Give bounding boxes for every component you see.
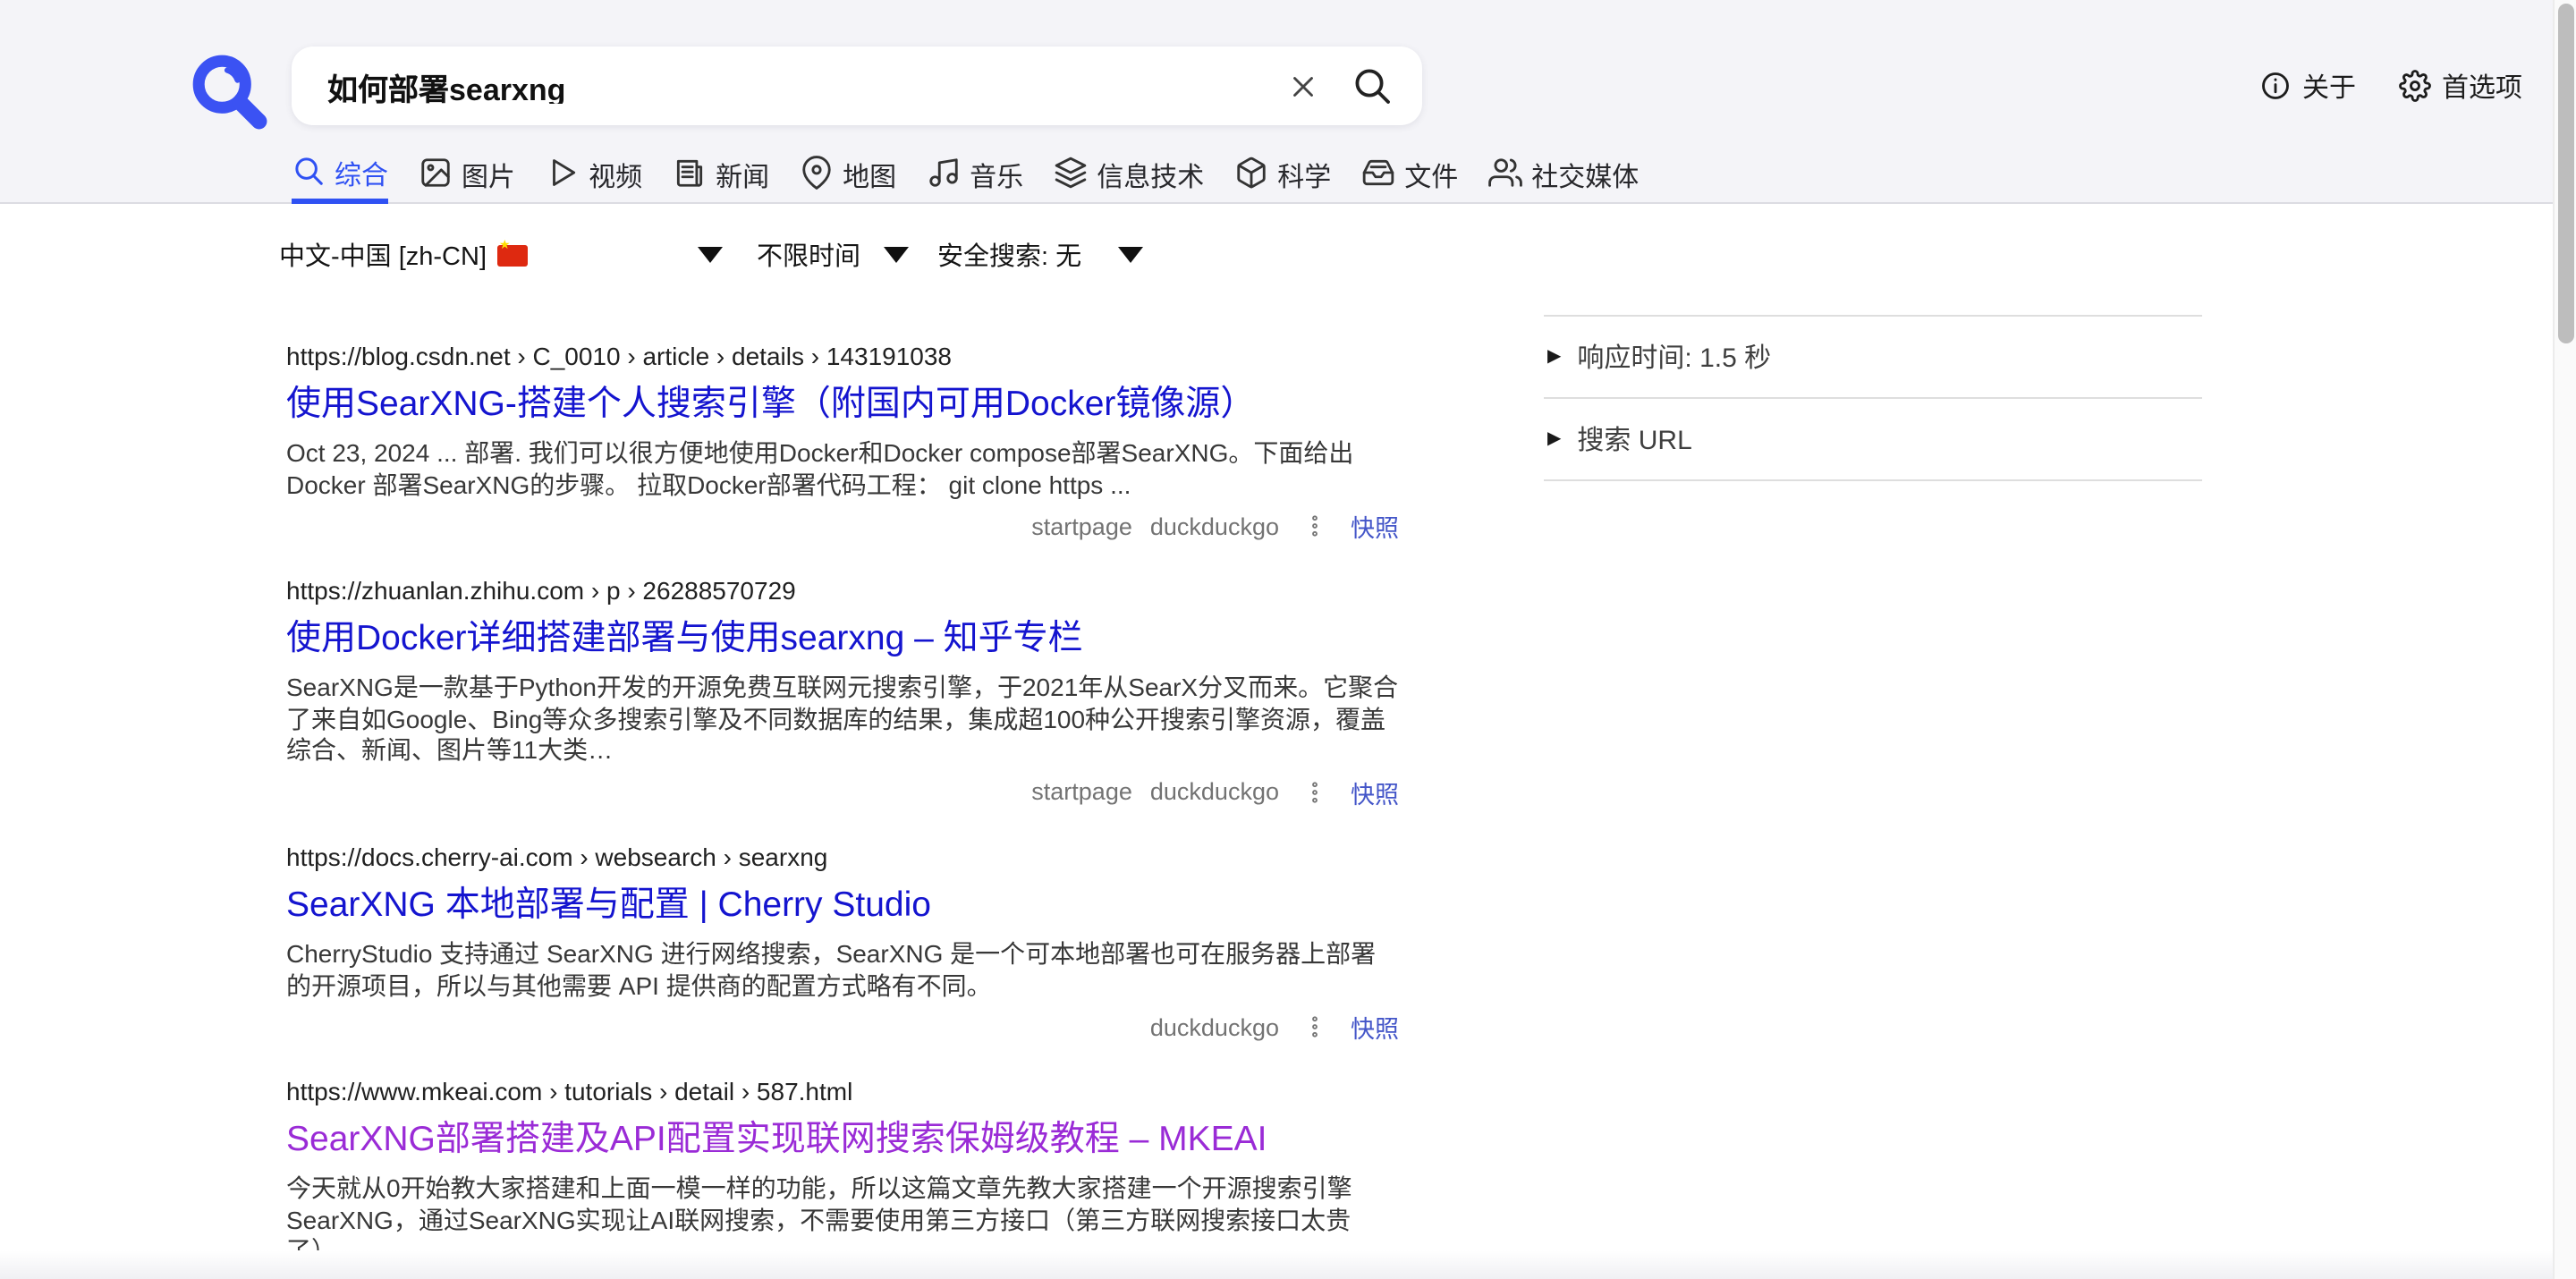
scrollbar-thumb[interactable] [2558,4,2574,343]
preferences-link[interactable]: 首选项 [2399,67,2522,105]
clear-search-icon[interactable] [1283,66,1322,106]
cached-link[interactable]: 快照 [1351,508,1399,544]
tab-social[interactable]: 社交媒体 [1488,150,1639,204]
chevron-down-icon [884,246,909,262]
tab-label: 图片 [462,157,515,194]
search-submit-icon[interactable] [1351,64,1394,107]
engine-name: duckduckgo [1150,779,1279,806]
tab-science[interactable]: 科学 [1234,150,1331,204]
search-url-label: 搜索 URL [1577,420,1691,458]
result-engines: duckduckgo [1150,1013,1279,1040]
tab-label: 音乐 [970,157,1023,194]
result-item: https://www.mkeai.com › tutorials › deta… [286,1075,1399,1279]
language-value: 中文-中国 [zh-CN] [279,235,528,273]
language-select[interactable]: 中文-中国 [zh-CN] [279,233,723,275]
map-pin-icon [800,155,834,196]
result-item: https://zhuanlan.zhihu.com › p › 2628857… [286,574,1399,809]
tab-music[interactable]: 音乐 [927,150,1023,204]
result-footer: startpage duckduckgo 快照 [286,510,1399,542]
cached-link[interactable]: 快照 [1351,775,1399,810]
result-engines: startpage duckduckgo [1031,779,1279,806]
result-menu-icon[interactable] [1302,1014,1327,1039]
info-icon [2259,70,2292,102]
result-footer: duckduckgo 快照 [286,1011,1399,1043]
result-snippet: Oct 23, 2024 ... 部署. 我们可以很方便地使用Docker和Do… [286,438,1399,501]
search-input[interactable] [292,68,1422,104]
tab-label: 新闻 [716,157,769,194]
top-nav: 关于 首选项 [2259,0,2522,172]
tab-label: 信息技术 [1097,157,1204,194]
tab-it[interactable]: 信息技术 [1054,150,1204,204]
about-link[interactable]: 关于 [2259,67,2356,105]
searxng-logo-icon[interactable] [186,48,268,131]
engine-name: startpage [1031,512,1132,539]
category-tabs: 综合 图片 视频 新闻 [292,150,1639,204]
scrollbar-track[interactable] [2553,0,2576,1279]
engine-name: duckduckgo [1150,1013,1279,1040]
result-url[interactable]: https://www.mkeai.com › tutorials › deta… [286,1075,1399,1107]
time-range-select[interactable]: 不限时间 [757,233,909,275]
tab-label: 地图 [843,157,896,194]
result-title[interactable]: SearXNG部署搭建及API配置实现联网搜索保姆级教程 – MKEAI [286,1118,1399,1161]
tab-images[interactable]: 图片 [419,150,515,204]
search-box [292,47,1422,125]
chevron-down-icon [698,246,723,262]
response-time-toggle[interactable]: ▶ 响应时间: 1.5 秒 [1544,315,2202,397]
engine-name: duckduckgo [1150,512,1279,539]
result-snippet: CherryStudio 支持通过 SearXNG 进行网络搜索，SearXNG… [286,939,1399,1002]
results-list: https://blog.csdn.net › C_0010 › article… [286,340,1399,1279]
collapsed-arrow-icon: ▶ [1547,347,1561,367]
box-icon [1234,155,1268,196]
layers-icon [1054,155,1088,196]
result-title[interactable]: 使用Docker详细搭建部署与使用searxng – 知乎专栏 [286,617,1399,660]
tab-label: 视频 [589,157,642,194]
result-snippet: SearXNG是一款基于Python开发的开源免费互联网元搜索引擎，于2021年… [286,673,1399,767]
result-title[interactable]: 使用SearXNG-搭建个人搜索引擎（附国内可用Docker镜像源） [286,383,1399,426]
result-menu-icon[interactable] [1302,513,1327,538]
about-label: 关于 [2302,67,2356,105]
search-url-toggle[interactable]: ▶ 搜索 URL [1544,397,2202,481]
page-footer-edge [0,1250,2576,1279]
tab-label: 社交媒体 [1531,157,1639,194]
result-menu-icon[interactable] [1302,780,1327,805]
cn-flag-icon [497,244,528,266]
cached-link[interactable]: 快照 [1351,1009,1399,1045]
results-sidebar: ▶ 响应时间: 1.5 秒 ▶ 搜索 URL [1544,315,2202,481]
result-item: https://blog.csdn.net › C_0010 › article… [286,340,1399,542]
tab-videos[interactable]: 视频 [546,150,642,204]
gear-icon [2399,70,2431,102]
safesearch-value: 安全搜索: 无 [937,235,1081,273]
tab-news[interactable]: 新闻 [673,150,769,204]
filter-bar: 中文-中国 [zh-CN] 不限时间 安全搜索: 无 [0,233,1610,275]
video-icon [546,155,580,196]
tab-general[interactable]: 综合 [292,150,388,204]
collapsed-arrow-icon: ▶ [1547,429,1561,449]
response-time-label: 响应时间: 1.5 秒 [1577,338,1771,376]
safesearch-select[interactable]: 安全搜索: 无 [937,233,1142,275]
inbox-icon [1361,155,1395,196]
tab-label: 文件 [1404,157,1458,194]
chevron-down-icon [1117,246,1142,262]
result-url[interactable]: https://blog.csdn.net › C_0010 › article… [286,340,1399,372]
users-icon [1488,155,1522,196]
preferences-label: 首选项 [2442,67,2522,105]
news-icon [673,155,707,196]
time-range-value: 不限时间 [757,235,860,273]
result-item: https://docs.cherry-ai.com › websearch ›… [286,841,1399,1043]
tab-files[interactable]: 文件 [1361,150,1458,204]
search-icon [292,154,326,195]
result-url[interactable]: https://zhuanlan.zhihu.com › p › 2628857… [286,574,1399,606]
result-engines: startpage duckduckgo [1031,512,1279,539]
searxng-results-page: 关于 首选项 综合 图片 [0,0,2576,1279]
tab-label: 综合 [335,156,388,193]
tab-map[interactable]: 地图 [800,150,896,204]
result-title[interactable]: SearXNG 本地部署与配置 | Cherry Studio [286,884,1399,927]
result-url[interactable]: https://docs.cherry-ai.com › websearch ›… [286,841,1399,873]
image-icon [419,155,453,196]
result-footer: startpage duckduckgo 快照 [286,776,1399,809]
tab-label: 科学 [1277,157,1331,194]
music-icon [927,155,961,196]
engine-name: startpage [1031,779,1132,806]
